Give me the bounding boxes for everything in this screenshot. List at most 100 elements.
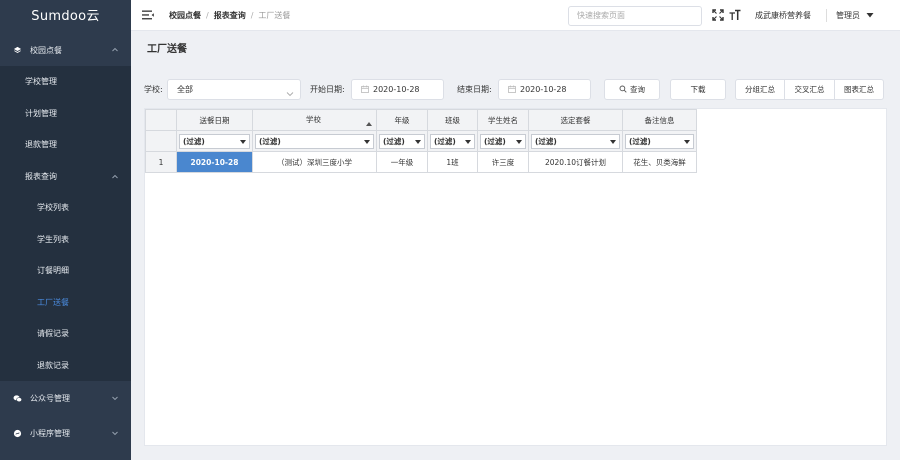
column-header-school[interactable]: 学校 <box>252 109 377 131</box>
calendar-icon <box>361 81 369 93</box>
column-header-student-name[interactable]: 学生姓名 <box>477 109 529 131</box>
column-header-remarks[interactable]: 备注信息 <box>622 109 697 131</box>
start-date-label: 开始日期: <box>310 85 345 94</box>
start-date-value: 2020-10-28 <box>373 85 420 94</box>
brand-logo[interactable]: Sumdoo云 <box>0 0 131 34</box>
filter-bar: 学校: 全部 开始日期: 2020-10-28 结束日期: 2020-10-28… <box>144 79 887 101</box>
school-select[interactable]: 全部 <box>167 79 301 100</box>
menu-collapse-icon[interactable] <box>142 10 154 20</box>
sidebar-group-official-account[interactable]: 公众号管理 <box>0 381 131 416</box>
table-cell[interactable]: 2020.10订餐计划 <box>528 151 623 173</box>
sidebar-item-label: 退款记录 <box>37 360 69 370</box>
sidebar-group-mini-program[interactable]: 小程序管理 <box>0 416 131 451</box>
dropdown-arrow-icon <box>465 139 471 144</box>
download-button-label: 下载 <box>690 85 706 94</box>
sidebar-item-report-query[interactable]: 报表查询 <box>0 161 131 193</box>
sidebar-item-label: 报表查询 <box>25 171 57 181</box>
column-filter-select[interactable]: (过滤) <box>255 133 374 149</box>
column-header-selected-package[interactable]: 选定套餐 <box>528 109 623 131</box>
table-cell-selected[interactable]: 2020-10-28 <box>176 151 253 173</box>
cross-summary-button[interactable]: 交叉汇总 <box>784 79 835 100</box>
sidebar: Sumdoo云 校园点餐 学校管理 计划管理 退款管理 报表查询 学校列表 学生… <box>0 0 131 460</box>
column-filter-select[interactable]: (过滤) <box>625 133 694 149</box>
data-grid: 送餐日期 学校 年级 班级 学生姓名 选定套餐 备注信息 (过滤) (过滤) (… <box>145 109 697 173</box>
sidebar-group-label: 小程序管理 <box>30 429 70 438</box>
cross-summary-label: 交叉汇总 <box>794 85 825 94</box>
fullscreen-icon[interactable] <box>712 9 724 21</box>
filter-text: (过滤) <box>535 136 557 146</box>
user-menu[interactable]: 管理员 <box>836 10 860 21</box>
sidebar-item-school-management[interactable]: 学校管理 <box>0 66 131 98</box>
column-header-class[interactable]: 班级 <box>427 109 478 131</box>
column-header-delivery-date[interactable]: 送餐日期 <box>176 109 253 131</box>
query-button-label: 查询 <box>630 85 645 94</box>
chevron-down-icon <box>286 86 294 97</box>
wechat-icon <box>12 394 22 404</box>
download-button[interactable]: 下载 <box>670 79 726 100</box>
page-title: 工厂送餐 <box>147 44 187 55</box>
dropdown-arrow-icon <box>364 139 370 144</box>
table-cell[interactable]: 花生、贝类海鲜 <box>622 151 697 173</box>
dropdown-arrow-icon <box>610 139 616 144</box>
main-content: 工厂送餐 学校: 全部 开始日期: 2020-10-28 结束日期: 2020-… <box>144 32 887 446</box>
sidebar-item-student-list[interactable]: 学生列表 <box>0 224 131 256</box>
chart-summary-label: 图表汇总 <box>844 85 874 94</box>
start-date-picker[interactable]: 2020-10-28 <box>351 79 444 100</box>
column-filter-select[interactable]: (过滤) <box>379 133 425 149</box>
sidebar-bottom: 公众号管理 小程序管理 <box>0 381 131 451</box>
breadcrumb: 校园点餐 / 报表查询 / 工厂送餐 <box>169 10 290 21</box>
breadcrumb-separator: / <box>250 10 254 20</box>
sidebar-item-plan-management[interactable]: 计划管理 <box>0 98 131 130</box>
sidebar-item-label: 请假记录 <box>37 329 69 339</box>
filter-text: (过滤) <box>629 136 651 146</box>
org-name[interactable]: 成武康桥营养餐 <box>755 10 811 21</box>
font-size-icon[interactable] <box>729 9 741 21</box>
breadcrumb-separator: / <box>206 10 209 20</box>
caret-down-icon[interactable] <box>866 11 874 19</box>
data-grid-panel: 送餐日期 学校 年级 班级 学生姓名 选定套餐 备注信息 (过滤) (过滤) (… <box>144 108 887 446</box>
quick-search-input[interactable]: 快速搜索页面 <box>568 6 702 26</box>
column-filter-select[interactable]: (过滤) <box>179 133 250 149</box>
end-date-value: 2020-10-28 <box>520 85 567 94</box>
group-summary-label: 分组汇总 <box>745 85 775 94</box>
row-number: 1 <box>145 151 177 173</box>
sidebar-item-school-list[interactable]: 学校列表 <box>0 192 131 224</box>
sidebar-item-refund-management[interactable]: 退款管理 <box>0 129 131 161</box>
chevron-down-icon <box>111 394 119 402</box>
column-filter-select[interactable]: (过滤) <box>430 133 475 149</box>
end-date-picker[interactable]: 2020-10-28 <box>498 79 591 100</box>
column-filter-select[interactable]: (过滤) <box>531 133 620 149</box>
sidebar-item-leave-records[interactable]: 请假记录 <box>0 318 131 350</box>
table-cell[interactable]: 1班 <box>427 151 478 173</box>
sidebar-item-label: 计划管理 <box>25 108 57 118</box>
breadcrumb-item[interactable]: 校园点餐 <box>169 10 201 21</box>
dropdown-arrow-icon <box>415 139 421 144</box>
miniprogram-icon <box>12 429 22 439</box>
breadcrumb-item[interactable]: 报表查询 <box>214 10 246 21</box>
sidebar-group-label: 校园点餐 <box>30 45 62 55</box>
query-button[interactable]: 查询 <box>604 79 660 100</box>
breadcrumb-current: 工厂送餐 <box>258 10 291 20</box>
chevron-up-icon <box>111 46 119 54</box>
calendar-icon <box>508 81 516 93</box>
sidebar-item-label: 退款管理 <box>25 140 57 150</box>
table-row[interactable]: 1 2020-10-28 （测试）深圳三度小学 一年级 1班 许三度 2020.… <box>145 151 697 173</box>
column-filter-select[interactable]: (过滤) <box>480 133 526 149</box>
chart-summary-button[interactable]: 图表汇总 <box>834 79 884 100</box>
dropdown-arrow-icon <box>684 139 690 144</box>
filter-text: (过滤) <box>259 136 281 146</box>
sidebar-item-order-details[interactable]: 订餐明细 <box>0 255 131 287</box>
sidebar-item-factory-delivery[interactable]: 工厂送餐 <box>0 287 131 319</box>
table-cell[interactable]: 许三度 <box>477 151 529 173</box>
filter-text: (过滤) <box>434 136 456 146</box>
column-header-label: 学校 <box>306 115 321 124</box>
filter-text: (过滤) <box>484 136 506 146</box>
column-header-grade[interactable]: 年级 <box>376 109 428 131</box>
sidebar-item-label: 工厂送餐 <box>37 297 69 307</box>
sidebar-item-refund-records[interactable]: 退款记录 <box>0 350 131 382</box>
filter-text: (过滤) <box>183 136 205 146</box>
sidebar-group-campus-ordering[interactable]: 校园点餐 <box>0 34 131 66</box>
table-cell[interactable]: （测试）深圳三度小学 <box>252 151 377 173</box>
table-cell[interactable]: 一年级 <box>376 151 428 173</box>
group-summary-button[interactable]: 分组汇总 <box>735 79 785 100</box>
